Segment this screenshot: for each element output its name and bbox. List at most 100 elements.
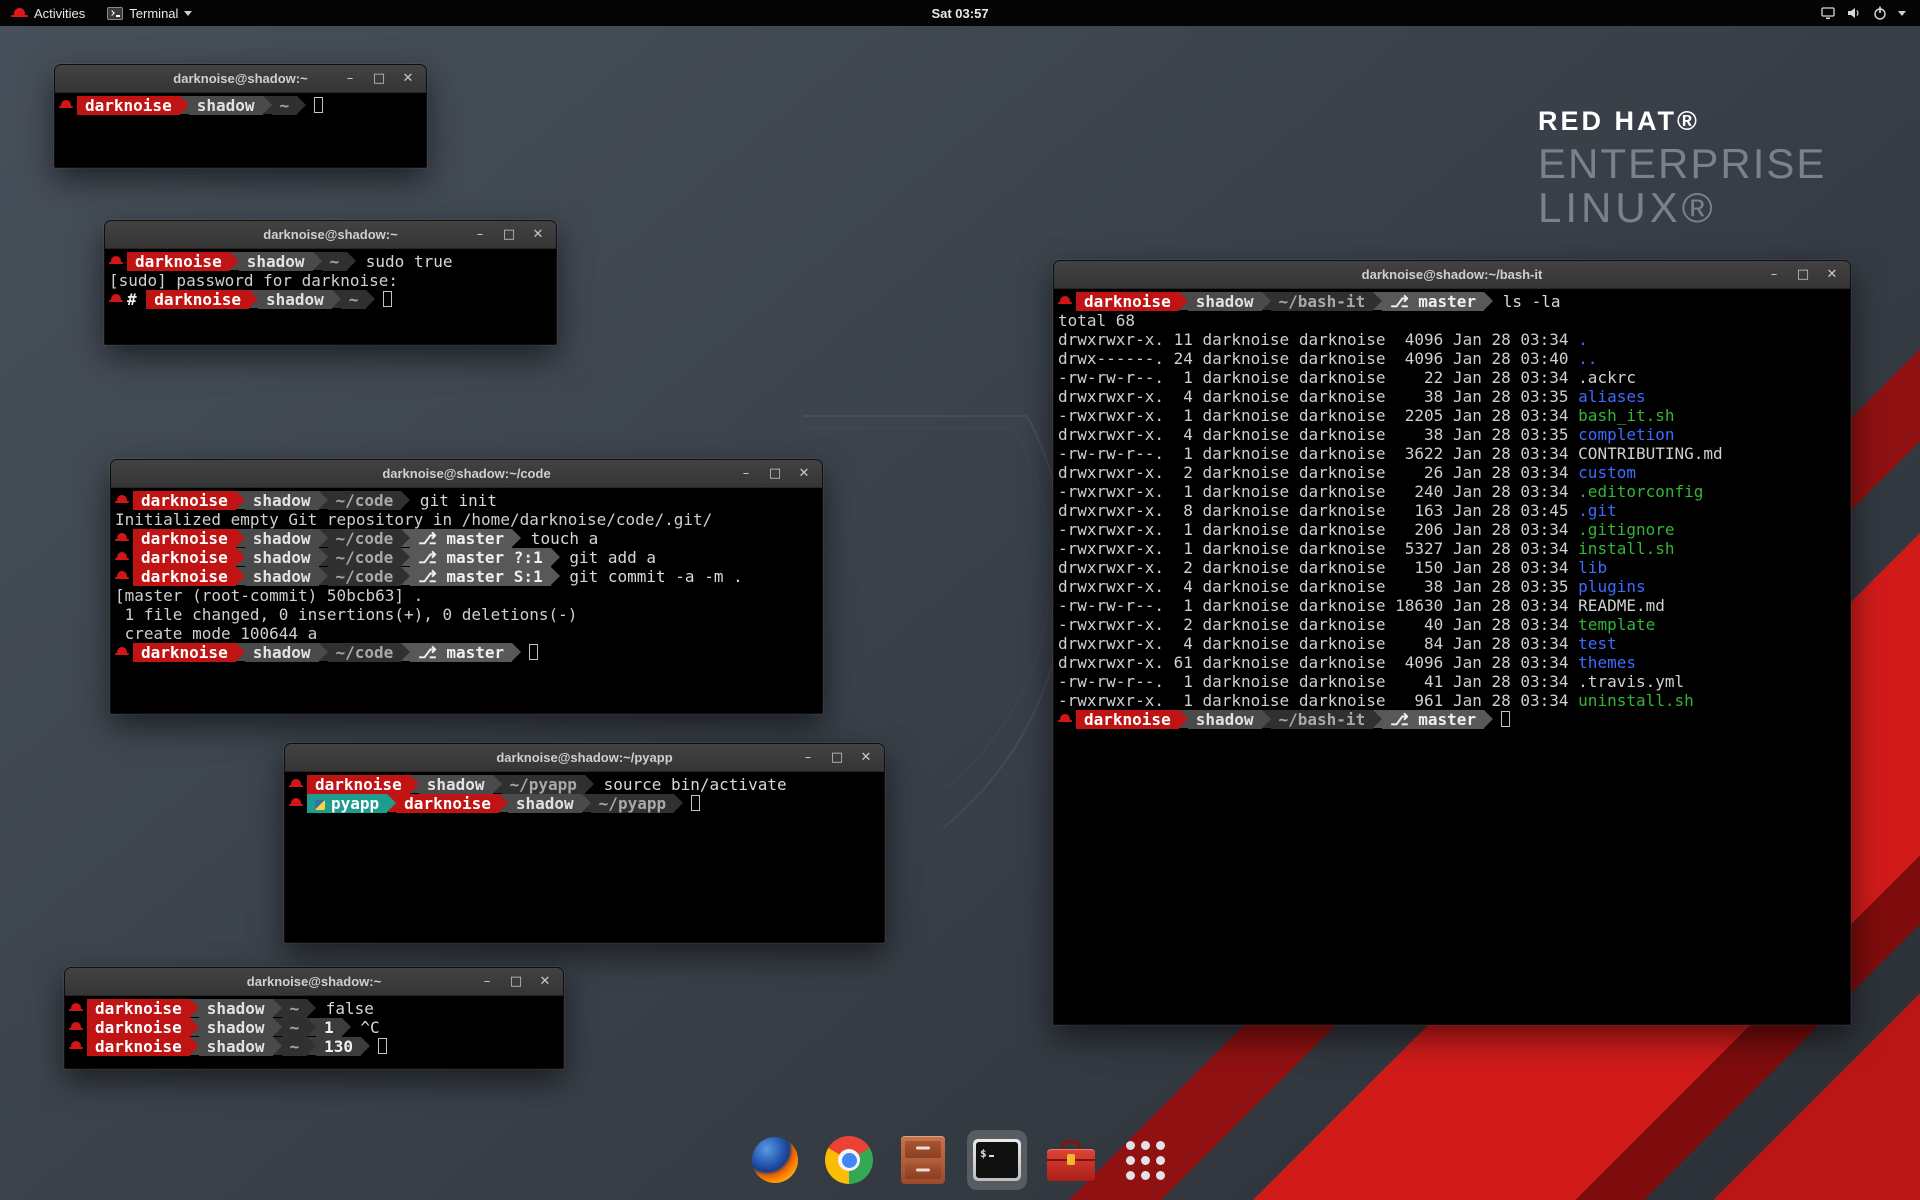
files-icon [901,1136,945,1184]
file-meta: -rw-rw-r--. 1 darknoise darknoise 22 Jan… [1058,368,1578,387]
power-icon [1872,5,1888,21]
powerline-separator-icon [512,643,521,661]
dock-item-firefox[interactable] [745,1130,805,1190]
file-name: bash_it.sh [1578,406,1674,425]
terminal-cursor [378,1038,387,1054]
window-maximize-button[interactable]: □ [509,968,523,996]
file-meta: drwxrwxr-x. 4 darknoise darknoise 84 Jan… [1058,634,1578,653]
output-text: create mode 100644 a [115,624,317,643]
prompt-segment-git: ⎇ master [410,643,512,662]
powerline-separator-icon [342,1018,351,1036]
terminal-window: darknoise@shadow:~–□✕darknoiseshadow~ fa… [64,967,564,1069]
activities-button[interactable]: Activities [0,0,96,26]
terminal-content[interactable]: darknoiseshadow~ [55,93,426,167]
window-minimize-button[interactable]: – [801,744,815,772]
powerline-separator-icon [332,290,341,308]
window-close-button[interactable]: ✕ [401,65,415,93]
prompt-segment-exit: 1 [316,1018,342,1037]
window-titlebar[interactable]: darknoise@shadow:~–□✕ [65,968,563,996]
window-minimize-button[interactable]: – [1767,261,1781,289]
window-titlebar[interactable]: darknoise@shadow:~/bash-it–□✕ [1054,261,1850,289]
terminal-dock-icon-screen: $ [976,1142,1018,1178]
prompt-segment-path: ~ [282,999,308,1018]
window-titlebar[interactable]: darknoise@shadow:~/pyapp–□✕ [285,744,884,772]
file-name: .git [1578,501,1617,520]
command-text: false [316,999,374,1018]
window-titlebar[interactable]: darknoise@shadow:~/code–□✕ [111,460,822,488]
redhat-prompt-icon [69,999,84,1018]
system-menu-button[interactable] [1806,0,1920,26]
terminal-app-icon [107,7,123,20]
terminal-content[interactable]: darknoiseshadow~/code git initInitialize… [111,488,822,713]
window-minimize-button[interactable]: – [480,968,494,996]
dock-item-chrome[interactable] [819,1130,879,1190]
powerline-separator-icon [273,1018,282,1036]
terminal-output-line: total 68 [1058,311,1846,330]
window-close-button[interactable]: ✕ [531,221,545,249]
dock-item-show-applications[interactable] [1115,1130,1175,1190]
window-titlebar[interactable]: darknoise@shadow:~–□✕ [55,65,426,93]
output-text: 1 file changed, 0 insertions(+), 0 delet… [115,605,577,624]
window-maximize-button[interactable]: □ [1796,261,1810,289]
dock-item-files[interactable] [893,1130,953,1190]
file-name: completion [1578,425,1674,444]
file-meta: -rw-rw-r--. 1 darknoise darknoise 18630 … [1058,596,1578,615]
terminal-prompt-line: darknoiseshadow~1 ^C [69,1018,559,1037]
terminal-dock-icon-prompt: $ [980,1147,987,1160]
prompt-segment-path: ~ [282,1018,308,1037]
clock-button[interactable]: Sat 03:57 [931,6,988,21]
window-close-button[interactable]: ✕ [1825,261,1839,289]
powerline-separator-icon [582,794,591,812]
window-maximize-button[interactable]: □ [830,744,844,772]
windows-layer: darknoise@shadow:~–□✕darknoiseshadow~dar… [0,0,1920,1200]
window-titlebar[interactable]: darknoise@shadow:~–□✕ [105,221,556,249]
powerline-separator-icon [319,491,328,509]
prompt-segment-git: ⎇ master [410,529,512,548]
app-menu-label: Terminal [129,6,178,21]
terminal-window: darknoise@shadow:~/code–□✕darknoiseshado… [110,459,823,714]
prompt-segment-user: darknoise [133,529,236,548]
window-minimize-button[interactable]: – [739,460,753,488]
powerline-separator-icon [1484,710,1493,728]
window-maximize-button[interactable]: □ [768,460,782,488]
terminal-content[interactable]: darknoiseshadow~/bash-it⎇ master ls -lat… [1054,289,1850,1024]
app-menu-button[interactable]: Terminal [96,0,203,26]
window-close-button[interactable]: ✕ [538,968,552,996]
powerline-separator-icon [401,643,410,661]
file-list-row: drwxrwxr-x. 2 darknoise darknoise 26 Jan… [1058,463,1846,482]
powerline-separator-icon [273,999,282,1017]
file-list-row: drwxrwxr-x. 11 darknoise darknoise 4096 … [1058,330,1846,349]
file-meta: -rw-rw-r--. 1 darknoise darknoise 3622 J… [1058,444,1578,463]
volume-icon [1846,5,1862,21]
files-icon-handle [916,1168,930,1171]
window-close-button[interactable]: ✕ [797,460,811,488]
terminal-content[interactable]: darknoiseshadow~ sudo true[sudo] passwor… [105,249,556,344]
command-text: git init [410,491,497,510]
dock-item-toolbox[interactable] [1041,1130,1101,1190]
window-minimize-button[interactable]: – [473,221,487,249]
powerline-separator-icon [401,491,410,509]
powerline-separator-icon [190,1037,199,1055]
redhat-prompt-icon [69,1037,84,1056]
terminal-prompt-line: darknoiseshadow~/code⎇ master touch a [115,529,818,548]
redhat-prompt-icon [1058,292,1073,311]
terminal-prompt-line: darknoiseshadow~ [59,96,422,115]
toolbox-icon-clasp [1067,1154,1075,1165]
command-text: sudo true [356,252,452,271]
window-minimize-button[interactable]: – [343,65,357,93]
top-bar-center: Sat 03:57 [0,6,1920,21]
terminal-prompt-line: darknoiseshadow~/code git init [115,491,818,510]
powerline-separator-icon [236,548,245,566]
window-maximize-button[interactable]: □ [502,221,516,249]
redhat-logo-icon [11,6,28,21]
window-maximize-button[interactable]: □ [372,65,386,93]
terminal-content[interactable]: darknoiseshadow~/pyapp source bin/activa… [285,772,884,942]
terminal-dock-icon-cursor [989,1155,994,1157]
prompt-segment-path: ~/code [328,567,402,586]
powerline-separator-icon [1262,292,1271,310]
window-close-button[interactable]: ✕ [859,744,873,772]
terminal-window: darknoise@shadow:~–□✕darknoiseshadow~ su… [104,220,557,345]
terminal-content[interactable]: darknoiseshadow~ falsedarknoiseshadow~1 … [65,996,563,1068]
dock-item-terminal[interactable]: $ [967,1130,1027,1190]
prompt-segment-path: ~ [322,252,348,271]
